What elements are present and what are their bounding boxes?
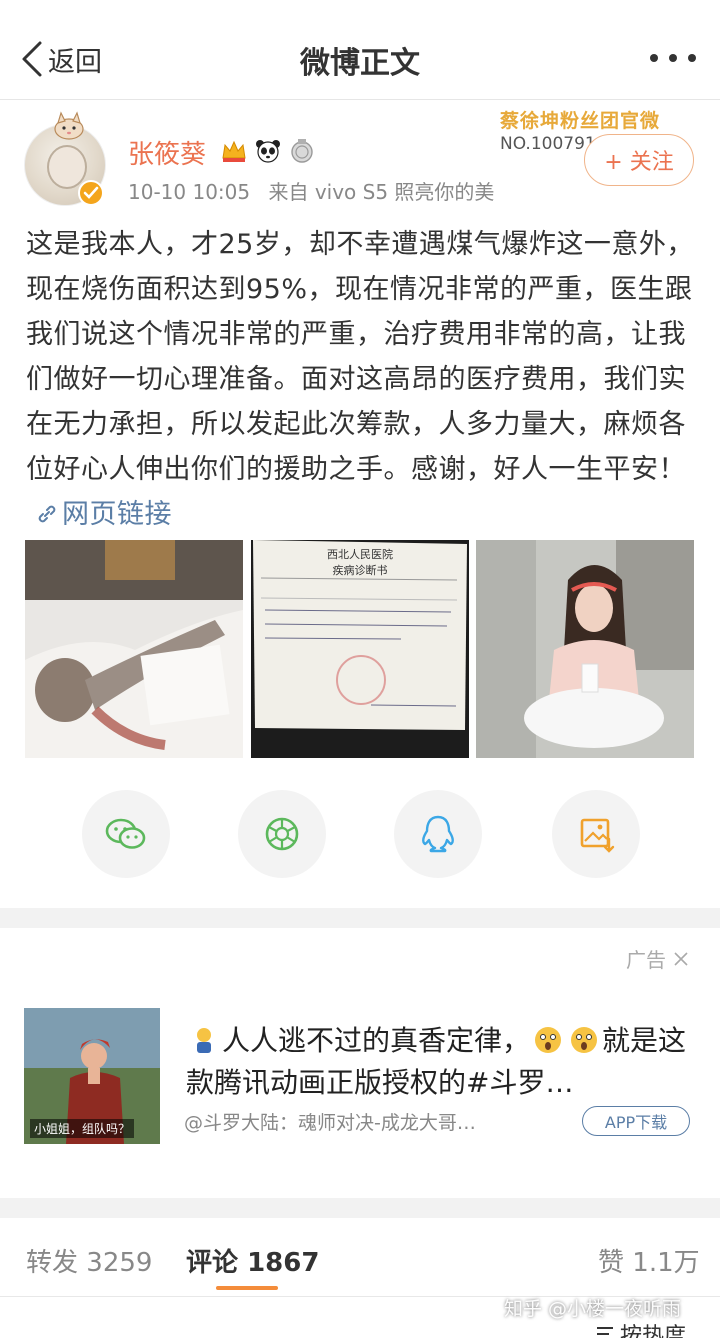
selfie-photo: [476, 540, 694, 758]
panda-badge-icon[interactable]: [254, 138, 282, 164]
fan-banner-title: 蔡徐坤粉丝团官微: [500, 110, 661, 132]
back-label: 返回: [48, 46, 102, 78]
web-link-label: 网页链接: [62, 499, 172, 530]
ad-thumbnail[interactable]: 小姐姐，组队吗？: [24, 1008, 160, 1144]
post-image-diagnosis-document[interactable]: 西北人民医院 疾病诊断书: [251, 540, 469, 758]
comment-label: 评论: [186, 1248, 239, 1278]
ad-source[interactable]: @斗罗大陆：魂师对决-成龙大哥…: [184, 1108, 476, 1135]
sort-icon: [597, 1327, 613, 1335]
post-text: 这是我本人，才25岁，却不幸遭遇煤气爆炸这一意外，现在烧伤面积达到95%，现在情…: [26, 222, 698, 537]
follow-label: + 关注: [604, 150, 674, 175]
person-emoji-icon: [197, 1028, 211, 1053]
qq-icon: [422, 815, 454, 853]
surprised-emoji-icon: [535, 1027, 562, 1053]
document-subheader: 疾病诊断书: [332, 564, 388, 577]
more-dot-icon: [688, 54, 696, 62]
sort-label: 按热度: [620, 1324, 687, 1338]
comment-count: 1867: [247, 1248, 320, 1278]
ad-text[interactable]: 人人逃不过的真香定律， 就是这款腾讯动画正版授权的#斗罗…: [186, 1020, 698, 1104]
save-image-button[interactable]: [552, 790, 640, 878]
username[interactable]: 张筱葵: [128, 134, 206, 171]
app-download-button[interactable]: APP下载: [582, 1106, 690, 1136]
crown-badge-icon[interactable]: [220, 138, 248, 164]
more-dot-icon: [669, 54, 677, 62]
section-divider: [0, 1198, 720, 1218]
like-label: 赞: [598, 1248, 625, 1278]
ad-label-text: 广告: [626, 948, 666, 972]
post-body: 这是我本人，才25岁，却不幸遭遇煤气爆炸这一意外，现在烧伤面积达到95%，现在情…: [26, 229, 694, 485]
chevron-left-icon: [22, 41, 42, 77]
repost-count: 3259: [86, 1248, 153, 1278]
moments-icon: [265, 817, 299, 851]
top-nav-bar: 返回 微博正文: [0, 0, 720, 100]
ad-label: 广告: [626, 944, 690, 973]
section-divider: [0, 908, 720, 928]
post-time: 10-10 10:05: [128, 180, 251, 204]
ad-text-part1: 人人逃不过的真香定律，: [222, 1024, 531, 1057]
more-options-button[interactable]: [650, 46, 696, 70]
surprised-emoji-icon: [571, 1027, 598, 1053]
ad-thumb-caption: 小姐姐，组队吗？: [30, 1119, 135, 1138]
like-count: 1.1万: [632, 1248, 700, 1278]
share-qq-button[interactable]: [394, 790, 482, 878]
link-icon: [38, 505, 56, 523]
watermark: 知乎 @小楼一夜听雨: [504, 1298, 682, 1320]
document-header: 西北人民医院: [327, 548, 393, 561]
post-source[interactable]: 来自 vivo S5 照亮你的美: [268, 180, 494, 204]
close-icon[interactable]: [672, 950, 690, 968]
share-wechat-button[interactable]: [82, 790, 170, 878]
app-download-label: APP下载: [604, 1113, 668, 1132]
cat-ornament-icon: [54, 111, 84, 140]
wechat-icon: [105, 818, 146, 849]
hospital-bed-photo: [25, 540, 243, 758]
follow-button[interactable]: + 关注: [584, 134, 694, 186]
web-link[interactable]: 网页链接: [26, 499, 172, 530]
sort-by-hot-button[interactable]: 按热度: [594, 1318, 686, 1338]
fan-banner-number: NO.100791: [500, 134, 596, 154]
share-moments-button[interactable]: [238, 790, 326, 878]
post-image-selfie[interactable]: [476, 540, 694, 758]
repost-label: 转发: [26, 1248, 79, 1278]
post-meta: 10-10 10:05 来自 vivo S5 照亮你的美: [128, 176, 494, 205]
save-image-icon: [580, 818, 615, 853]
post-image-hospital-bed[interactable]: [25, 540, 243, 758]
tab-repost[interactable]: 转发 3259: [26, 1242, 152, 1279]
tab-likes[interactable]: 赞 1.1万: [598, 1242, 700, 1279]
page-title: 微博正文: [300, 46, 420, 81]
verified-badge-icon: [78, 180, 104, 206]
back-button[interactable]: 返回: [20, 36, 102, 82]
tab-comments[interactable]: 评论 1867: [186, 1242, 319, 1279]
active-tab-indicator: [216, 1286, 278, 1290]
medal-badge-icon[interactable]: [288, 138, 316, 164]
user-badges: [220, 138, 316, 164]
more-dot-icon: [650, 54, 658, 62]
